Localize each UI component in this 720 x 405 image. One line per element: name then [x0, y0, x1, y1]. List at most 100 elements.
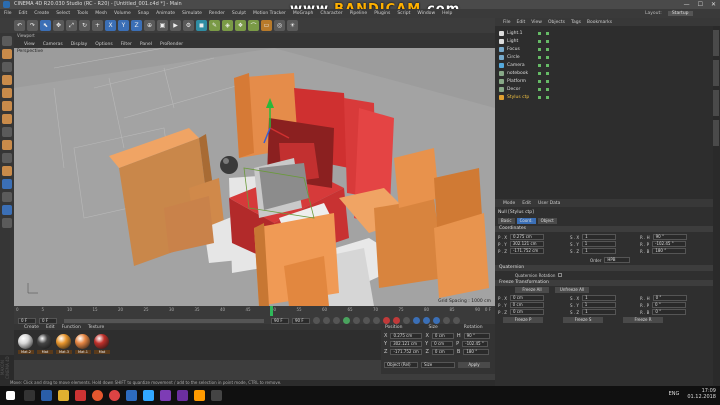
start-icon[interactable] [6, 391, 15, 400]
polygons-mode-icon[interactable] [2, 114, 12, 124]
size-mode-select[interactable]: Size [421, 362, 455, 368]
app-icon-extra[interactable] [211, 390, 222, 401]
edit-render-settings-icon[interactable]: ⚙ [183, 20, 194, 31]
attribute-field[interactable]: 0 ° [652, 302, 687, 308]
redo-icon[interactable]: ↷ [27, 20, 38, 31]
position-key-icon[interactable] [413, 317, 420, 324]
search-icon[interactable] [24, 390, 35, 401]
clock[interactable]: 17:09 01.12.2018 [687, 388, 716, 400]
layout-select[interactable]: Startup [667, 11, 693, 16]
viewport-menu-display[interactable]: Display [71, 42, 88, 47]
pla-key-icon[interactable] [453, 317, 460, 324]
make-editable-icon[interactable] [2, 36, 12, 46]
viewport-menu-cameras[interactable]: Cameras [43, 42, 63, 47]
side-tab-layers[interactable] [713, 120, 719, 146]
viewport-menu-prorender[interactable]: ProRender [160, 42, 183, 47]
scale-key-icon[interactable] [423, 317, 430, 324]
firefox-icon[interactable] [92, 390, 103, 401]
close-button[interactable]: ✕ [711, 1, 716, 8]
light-icon[interactable]: ☀ [287, 20, 298, 31]
menu-animate[interactable]: Animate [156, 11, 175, 16]
menu-window[interactable]: Window [417, 11, 435, 16]
goto-end-icon[interactable] [373, 317, 380, 324]
goto-start-icon[interactable] [313, 317, 320, 324]
min-frame-field[interactable]: 0 F [18, 317, 36, 324]
max-frame-field[interactable]: 90 F [292, 317, 310, 324]
side-tab-objects[interactable] [713, 30, 719, 56]
material-item[interactable]: Mat.2 [18, 334, 34, 356]
rotation-key-icon[interactable] [433, 317, 440, 324]
move-icon[interactable]: ✥ [53, 20, 64, 31]
axis-y-icon[interactable]: Y [118, 20, 129, 31]
maximize-button[interactable]: ☐ [698, 1, 703, 8]
render-dot[interactable] [546, 63, 549, 67]
object-row[interactable]: Stylus ctp [499, 93, 549, 101]
camera-icon[interactable]: ◎ [274, 20, 285, 31]
menu-mograph[interactable]: MoGraph [293, 11, 313, 16]
coord-field[interactable]: 90 ° [463, 333, 490, 339]
visibility-dot[interactable] [538, 71, 541, 75]
render-dot[interactable] [546, 31, 549, 35]
coord-field[interactable]: 0 cm [431, 349, 454, 355]
object-menu-edit[interactable]: Edit [517, 20, 526, 25]
menu-render[interactable]: Render [209, 11, 225, 16]
record-icon[interactable] [383, 317, 390, 324]
viewport-menu-filter[interactable]: Filter [121, 42, 132, 47]
menu-character[interactable]: Character [320, 11, 342, 16]
timeline-ruler[interactable]: 0 5 10 15 20 25 30 35 40 45 50 55 60 65 70 75 80 85 90 [16, 306, 481, 316]
section-coordinates[interactable]: Coordinates [495, 226, 713, 232]
attribute-field[interactable]: 0 cm [509, 309, 544, 315]
object-row[interactable]: Focus [499, 45, 549, 53]
undo-icon[interactable]: ↶ [14, 20, 25, 31]
menu-volume[interactable]: Volume [114, 11, 131, 16]
coordinate-system-icon[interactable]: ⊕ [144, 20, 155, 31]
object-menu-file[interactable]: File [503, 20, 511, 25]
illustrator-icon[interactable] [194, 390, 205, 401]
aftereffects-icon[interactable] [177, 390, 188, 401]
material-menu-create[interactable]: Create [24, 325, 39, 330]
section-freeze[interactable]: Freeze Transformation [495, 280, 713, 286]
attribute-field[interactable]: 1 [582, 248, 617, 254]
object-menu-bookmarks[interactable]: Bookmarks [587, 20, 612, 25]
playhead[interactable] [270, 306, 273, 316]
prev-key-icon[interactable] [323, 317, 330, 324]
attribute-field[interactable]: 1 [581, 302, 616, 308]
object-menu-tags[interactable]: Tags [571, 20, 581, 25]
quaternion-checkbox[interactable] [558, 273, 563, 277]
freeze-r-button[interactable]: Freeze R [623, 317, 663, 323]
visibility-dot[interactable] [538, 95, 541, 99]
attribute-field[interactable]: 302.121 cm [509, 241, 544, 247]
tab-coord[interactable]: Coord. [516, 218, 536, 224]
material-item[interactable]: Mat.3 [56, 334, 72, 356]
menu-snap[interactable]: Snap [138, 11, 149, 16]
menu-motion-tracker[interactable]: Motion Tracker [253, 11, 286, 16]
recent-tools-icon[interactable]: + [92, 20, 103, 31]
object-row[interactable]: Camera [499, 61, 549, 69]
section-quaternion[interactable]: Quaternion [495, 265, 713, 271]
attribute-field[interactable]: -102.45 ° [652, 241, 687, 247]
material-menu-texture[interactable]: Texture [88, 325, 104, 330]
visibility-dot[interactable] [538, 79, 541, 83]
material-item[interactable]: Mat [37, 334, 53, 356]
edges-mode-icon[interactable] [2, 101, 12, 111]
side-tab-structure[interactable] [713, 90, 719, 116]
menu-create[interactable]: Create [34, 11, 49, 16]
object-menu-objects[interactable]: Objects [548, 20, 565, 25]
preview-range-slider[interactable] [64, 318, 264, 323]
attribute-field[interactable]: 180 ° [652, 248, 687, 254]
order-select[interactable]: HPB [604, 257, 631, 263]
attribute-field[interactable]: 0 ° [652, 309, 687, 315]
object-row[interactable]: Circle [499, 53, 549, 61]
3d-viewport[interactable]: Perspective Grid Spacing : 1000 cm [14, 48, 495, 306]
coord-field[interactable]: -171.752 cm [390, 349, 423, 355]
unfreeze-all-button[interactable]: Unfreeze All [555, 287, 589, 293]
menu-plugins[interactable]: Plugins [374, 11, 390, 16]
points-mode-icon[interactable] [2, 88, 12, 98]
object-row[interactable]: Decor [499, 85, 549, 93]
render-view-icon[interactable]: ▣ [157, 20, 168, 31]
viewport-menu-view[interactable]: View [24, 42, 35, 47]
next-key-icon[interactable] [363, 317, 370, 324]
live-select-icon[interactable]: ⬉ [40, 20, 51, 31]
c4d-taskbar-icon[interactable] [126, 390, 137, 401]
bend-icon[interactable]: ⌒ [248, 20, 259, 31]
